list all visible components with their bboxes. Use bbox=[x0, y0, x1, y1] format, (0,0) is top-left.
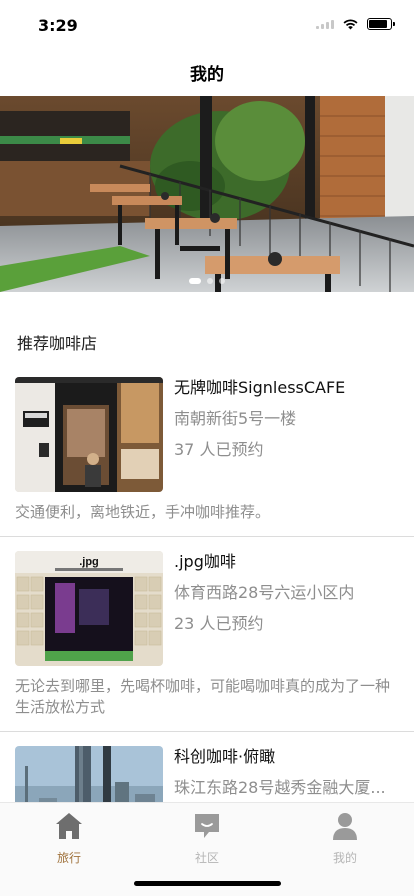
battery-icon bbox=[367, 18, 395, 30]
cafe-interior-photo bbox=[0, 96, 414, 292]
carousel-dot[interactable] bbox=[207, 278, 213, 284]
jpg-cafe-photo: .jpg bbox=[15, 551, 163, 666]
shop-address: 体育西路28号六运小区内 bbox=[174, 583, 355, 602]
person-icon bbox=[333, 813, 357, 840]
shop-name: .jpg咖啡 bbox=[174, 552, 236, 571]
shop-booking-count: 23 人已预约 bbox=[174, 614, 264, 633]
status-bar: 3:29 bbox=[0, 0, 414, 50]
tab-travel[interactable]: 旅行 bbox=[29, 811, 109, 866]
home-indicator[interactable] bbox=[134, 881, 281, 886]
wifi-icon bbox=[343, 19, 358, 30]
signal-icon bbox=[316, 19, 334, 29]
tab-profile[interactable]: 我的 bbox=[305, 811, 385, 866]
shop-description: 无论去到哪里，先喝杯咖啡，可能喝咖啡真的成为了一种生活放松方式 bbox=[15, 677, 391, 716]
battery-level bbox=[369, 20, 387, 28]
section-title: 推荐咖啡店 bbox=[17, 334, 98, 353]
shop-card[interactable]: .jpg .jpg咖啡 体育西路28号六运小区内 23 人已预约 无论去到哪里，… bbox=[0, 551, 414, 732]
tab-label: 旅行 bbox=[56, 851, 81, 865]
shop-address: 南朝新街5号一楼 bbox=[174, 409, 297, 428]
shop-description: 交通便利，离地铁近，手冲咖啡推荐。 bbox=[15, 503, 271, 521]
chat-icon bbox=[195, 814, 219, 838]
carousel-dot[interactable] bbox=[189, 278, 201, 284]
shop-card[interactable]: 无牌咖啡SignlessCAFE 南朝新街5号一楼 37 人已预约 交通便利，离… bbox=[0, 377, 414, 537]
shop-name: 科创咖啡·俯瞰 bbox=[174, 747, 276, 766]
shop-address: 珠江东路28号越秀金融大厦... bbox=[174, 778, 386, 797]
shop-thumbnail bbox=[15, 377, 163, 492]
svg-text:.jpg: .jpg bbox=[79, 556, 99, 568]
shop-name: 无牌咖啡SignlessCAFE bbox=[174, 378, 346, 397]
home-icon bbox=[56, 813, 82, 839]
hero-banner[interactable] bbox=[0, 96, 414, 292]
status-time: 3:29 bbox=[38, 16, 78, 35]
status-icons bbox=[316, 18, 395, 30]
shop-thumbnail: .jpg bbox=[15, 551, 163, 666]
tab-label: 社区 bbox=[194, 851, 219, 865]
carousel-indicator[interactable] bbox=[189, 278, 225, 284]
shop-booking-count: 37 人已预约 bbox=[174, 440, 264, 459]
storefront-photo bbox=[15, 377, 163, 492]
tab-label: 我的 bbox=[332, 851, 357, 865]
page-title: 我的 bbox=[190, 65, 224, 85]
tab-community[interactable]: 社区 bbox=[167, 811, 247, 866]
carousel-dot[interactable] bbox=[219, 278, 225, 284]
shop-list: 无牌咖啡SignlessCAFE 南朝新街5号一楼 37 人已预约 交通便利，离… bbox=[0, 377, 414, 861]
